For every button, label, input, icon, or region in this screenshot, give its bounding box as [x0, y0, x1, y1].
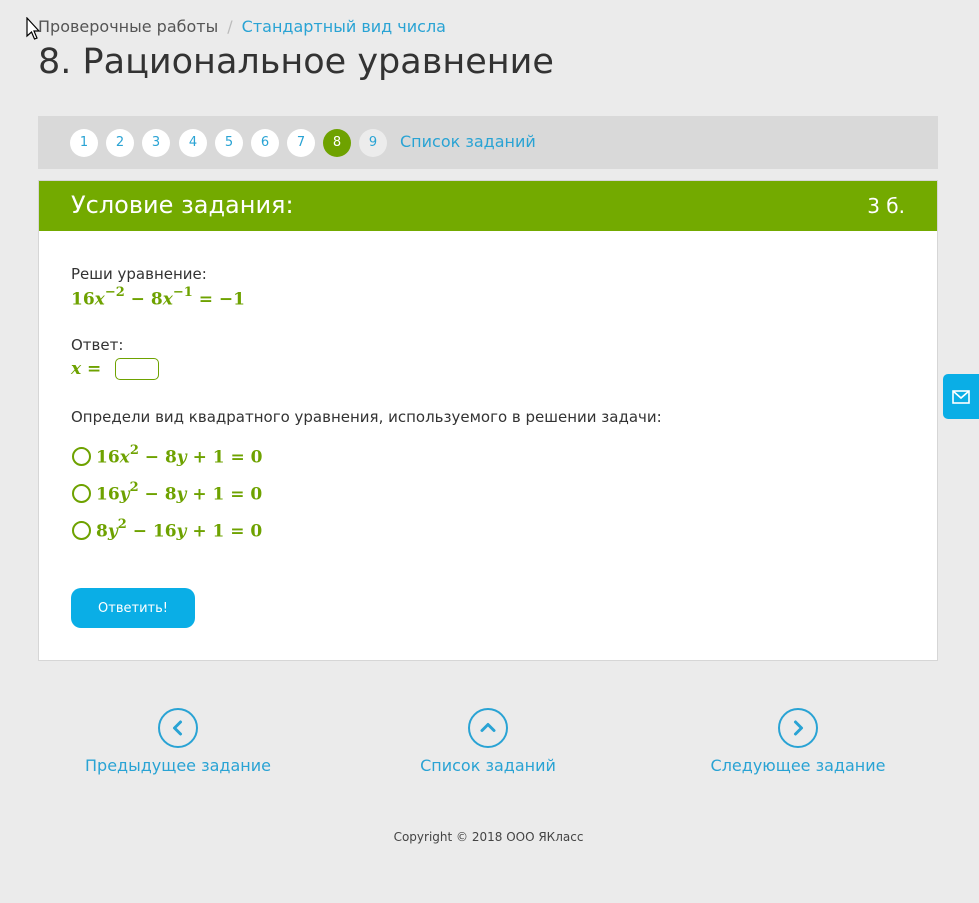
next-task-link[interactable]: Следующее задание — [688, 708, 908, 775]
envelope-icon — [952, 389, 970, 404]
option-3-label: 8y2 − 16y + 1 = 0 — [96, 517, 263, 542]
task-number-9[interactable]: 9 — [359, 129, 387, 157]
submit-answer-button[interactable]: Ответить! — [71, 588, 195, 628]
breadcrumb-item-topic[interactable]: Стандартный вид числа — [242, 17, 446, 36]
next-task-label[interactable]: Следующее задание — [688, 756, 908, 775]
breadcrumb-item-checks[interactable]: Проверочные работы — [38, 17, 218, 36]
task-card-header: Условие задания: 3 б. — [39, 181, 937, 231]
task-number-3[interactable]: 3 — [142, 129, 170, 157]
task-points: 3 б. — [867, 194, 905, 218]
answer-prefix: x = — [71, 359, 102, 379]
task-number-4[interactable]: 4 — [179, 129, 207, 157]
breadcrumb: Проверочные работы / Стандартный вид числа — [38, 17, 446, 36]
task-card: Условие задания: 3 б. Реши уравнение: 16… — [38, 180, 938, 661]
task-prompt: Реши уравнение: — [71, 265, 207, 283]
page-title: 8. Рациональное уравнение — [38, 42, 554, 82]
answer-input[interactable] — [115, 358, 159, 380]
breadcrumb-separator: / — [227, 17, 233, 36]
task-number-1[interactable]: 1 — [70, 129, 98, 157]
radio-button[interactable] — [72, 521, 91, 540]
task-number-2[interactable]: 2 — [106, 129, 134, 157]
task-list-link[interactable]: Список заданий — [400, 132, 536, 151]
task-list-label[interactable]: Список заданий — [378, 756, 598, 775]
task-navigation: 1 2 3 4 5 6 7 8 9 Список заданий — [38, 116, 938, 169]
previous-task-label[interactable]: Предыдущее задание — [68, 756, 288, 775]
task-equation: 16x−2 − 8x−1 = −1 — [71, 285, 245, 310]
task-number-5[interactable]: 5 — [215, 129, 243, 157]
task-number-8-active[interactable]: 8 — [323, 129, 351, 157]
feedback-button[interactable] — [943, 374, 979, 419]
radio-button[interactable] — [72, 447, 91, 466]
previous-task-link[interactable]: Предыдущее задание — [68, 708, 288, 775]
option-1-label: 16x2 − 8y + 1 = 0 — [96, 443, 263, 468]
chevron-left-icon[interactable] — [158, 708, 198, 748]
task-list-nav-link[interactable]: Список заданий — [378, 708, 598, 775]
chevron-right-icon[interactable] — [778, 708, 818, 748]
radio-button[interactable] — [72, 484, 91, 503]
option-2-label: 16y2 − 8y + 1 = 0 — [96, 480, 263, 505]
task-condition-title: Условие задания: — [71, 191, 294, 219]
equation-type-question: Определи вид квадратного уравнения, испо… — [71, 408, 662, 426]
answer-label: Ответ: — [71, 336, 124, 354]
task-number-6[interactable]: 6 — [251, 129, 279, 157]
chevron-up-icon[interactable] — [468, 708, 508, 748]
copyright: Copyright © 2018 ООО ЯКласс — [393, 830, 584, 844]
task-number-7[interactable]: 7 — [287, 129, 315, 157]
